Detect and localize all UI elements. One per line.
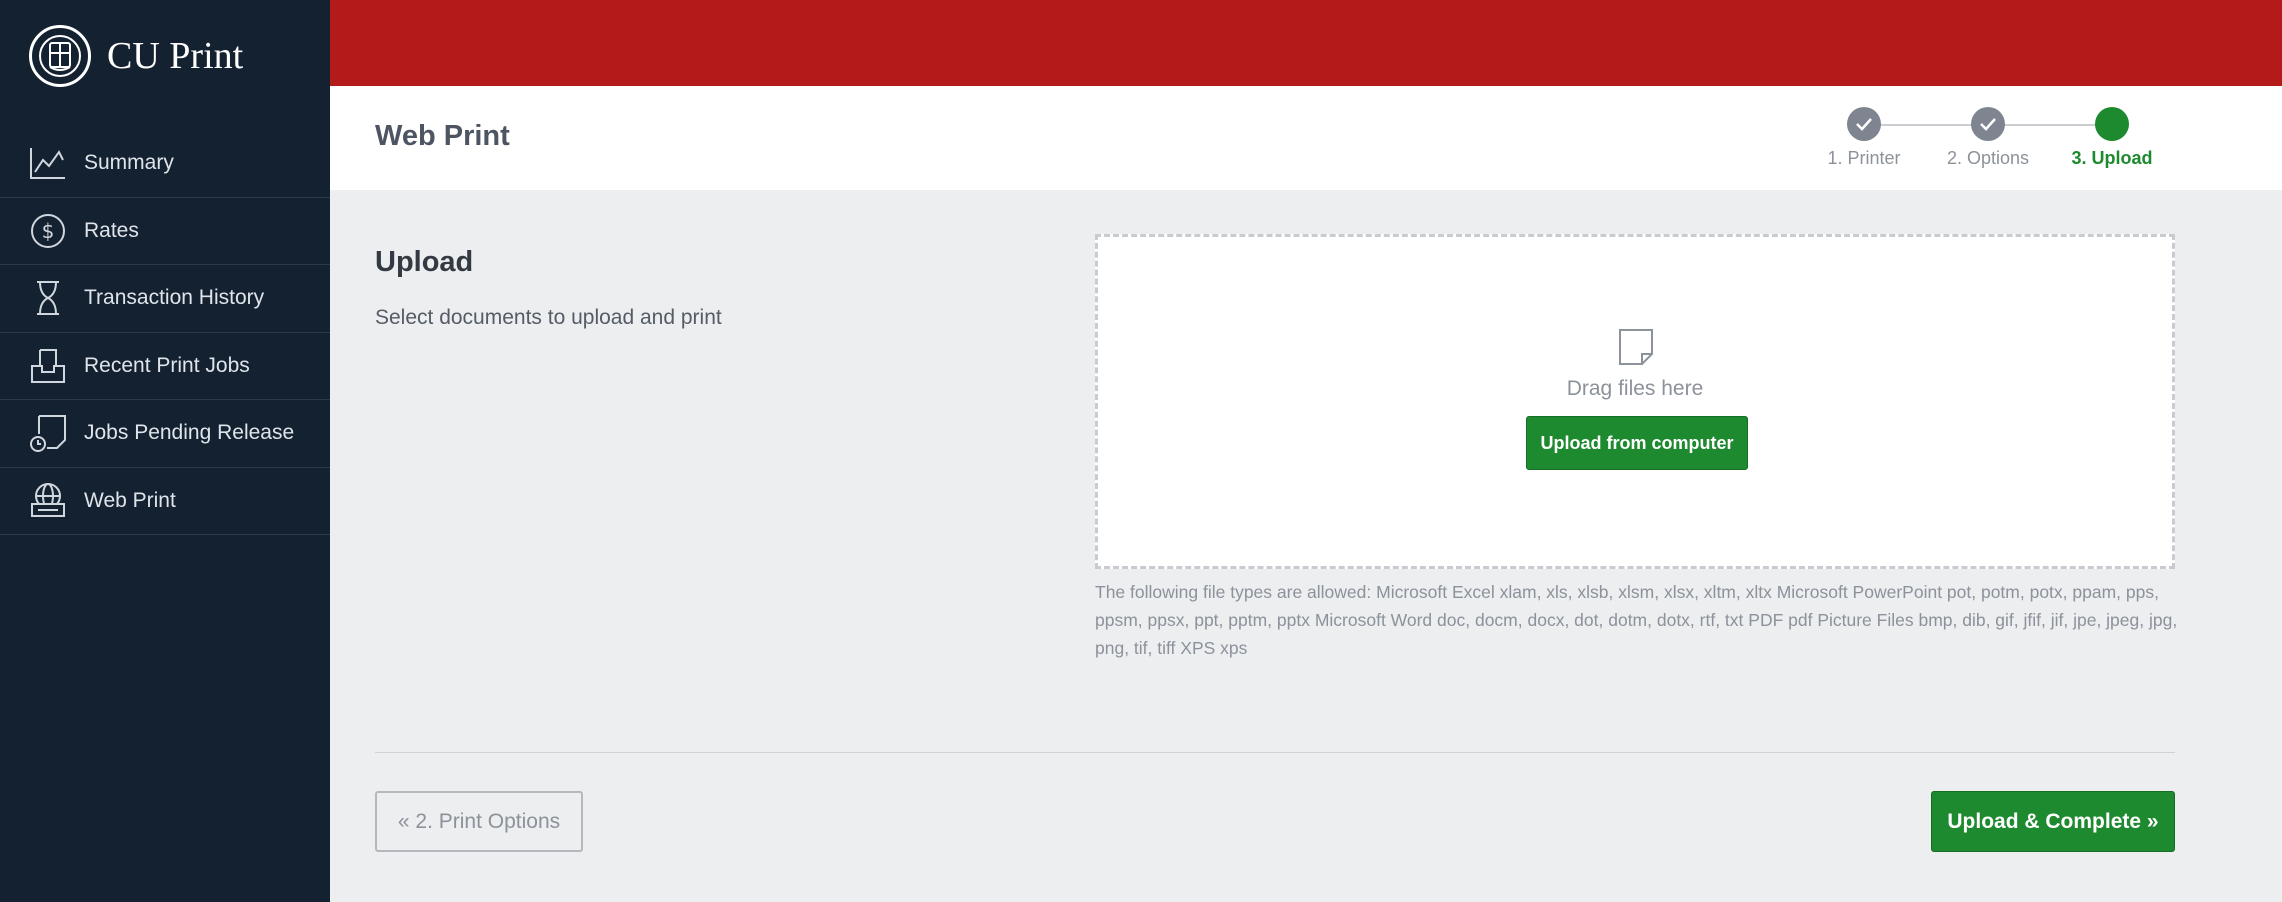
sidebar-item-label: Jobs Pending Release bbox=[84, 421, 295, 445]
sidebar-item-transaction-history[interactable]: Transaction History bbox=[0, 265, 330, 333]
step-label-upload: 3. Upload bbox=[2071, 148, 2153, 168]
sidebar-item-web-print[interactable]: Web Print bbox=[0, 468, 330, 535]
upload-from-computer-button[interactable]: Upload from computer bbox=[1526, 416, 1748, 470]
divider bbox=[375, 752, 2175, 753]
svg-text:$: $ bbox=[42, 219, 55, 243]
print-tray-icon bbox=[28, 346, 68, 386]
sidebar-item-label: Recent Print Jobs bbox=[84, 353, 250, 377]
sidebar-item-rates[interactable]: $ Rates bbox=[0, 198, 330, 265]
progress-stepper: 1. Printer 2. Options 3. Upload bbox=[330, 86, 2282, 190]
top-banner bbox=[330, 0, 2282, 86]
step-2-check-icon[interactable] bbox=[1971, 107, 2005, 141]
allowed-filetypes-text: The following file types are allowed: Mi… bbox=[1095, 582, 2178, 658]
sidebar-item-summary[interactable]: Summary bbox=[0, 130, 330, 198]
file-dropzone[interactable]: Drag files here Upload from computer bbox=[1095, 234, 2175, 569]
globe-printer-icon bbox=[28, 481, 68, 521]
sidebar: CU Print Summary $ Rates Transaction His… bbox=[0, 0, 330, 902]
step-1-check-icon[interactable] bbox=[1847, 107, 1881, 141]
back-to-print-options-button[interactable]: « 2. Print Options bbox=[375, 791, 583, 852]
sidebar-item-recent-print-jobs[interactable]: Recent Print Jobs bbox=[0, 333, 330, 400]
upload-subheading: Select documents to upload and print bbox=[375, 306, 722, 329]
dollar-circle-icon: $ bbox=[28, 211, 68, 251]
document-clock-icon bbox=[28, 413, 68, 453]
file-icon bbox=[1618, 328, 1654, 366]
drag-files-text: Drag files here bbox=[1566, 377, 1704, 400]
sidebar-item-label: Summary bbox=[84, 151, 174, 175]
hourglass-icon bbox=[28, 278, 68, 318]
line-chart-icon bbox=[28, 143, 68, 183]
step-connector bbox=[1864, 124, 1988, 126]
sidebar-nav: Summary $ Rates Transaction History Rece… bbox=[0, 130, 330, 535]
step-connector bbox=[1988, 124, 2112, 126]
upload-heading: Upload bbox=[375, 246, 474, 278]
step-3-active-dot bbox=[2095, 107, 2129, 141]
cornell-seal-icon bbox=[29, 25, 91, 87]
brand-name: CU Print bbox=[107, 35, 244, 77]
brand[interactable]: CU Print bbox=[29, 24, 243, 88]
upload-complete-button[interactable]: Upload & Complete » bbox=[1931, 791, 2175, 852]
sidebar-item-label: Transaction History bbox=[84, 286, 265, 310]
step-label-printer[interactable]: 1. Printer bbox=[1794, 148, 1934, 169]
sidebar-item-label: Rates bbox=[84, 218, 139, 242]
title-bar: Web Print 1. Printer 2. Options 3. Uploa… bbox=[330, 86, 2282, 190]
sidebar-item-label: Web Print bbox=[84, 488, 176, 512]
step-label-options[interactable]: 2. Options bbox=[1918, 148, 2058, 169]
sidebar-item-jobs-pending-release[interactable]: Jobs Pending Release bbox=[0, 400, 330, 468]
